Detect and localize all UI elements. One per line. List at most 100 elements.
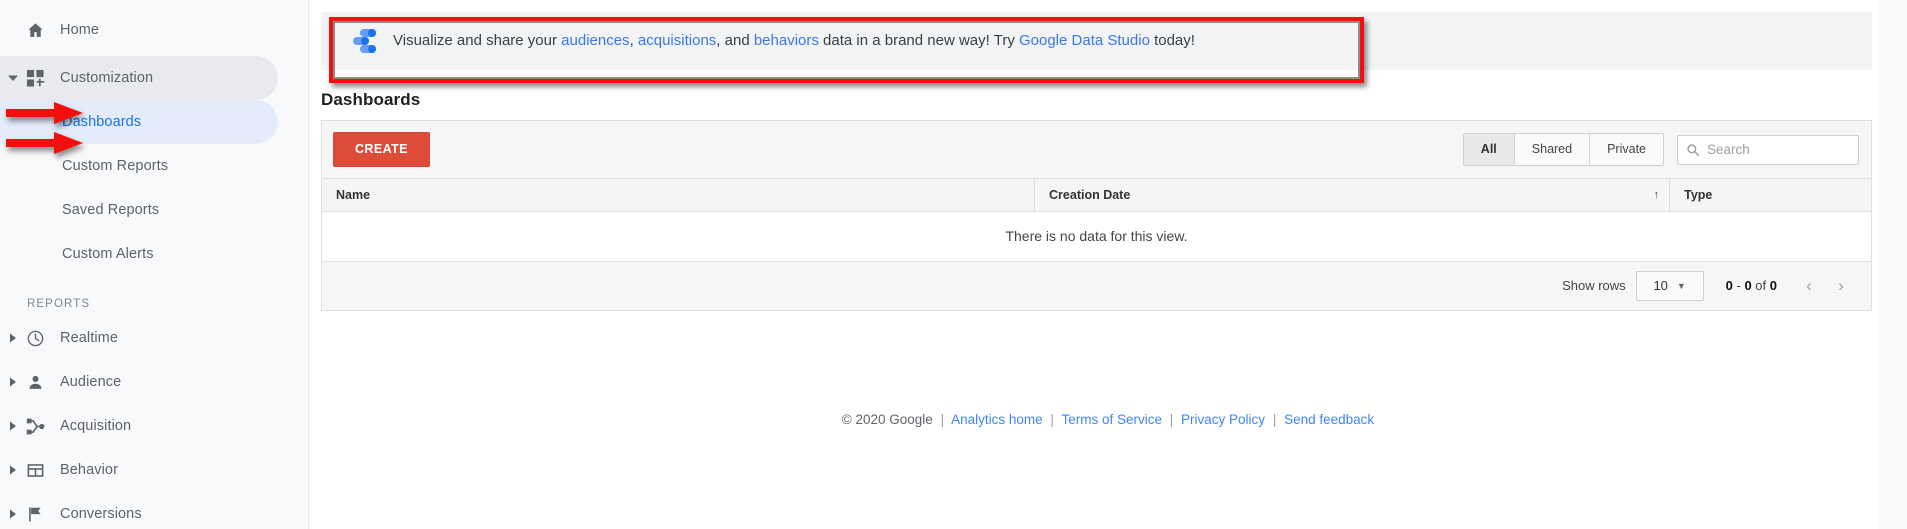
toolbar-right-group: All Shared Private <box>1462 132 1859 167</box>
dashboards-table: Name Creation Date ↑ Type There is no da… <box>322 179 1871 262</box>
home-icon <box>26 21 60 40</box>
dashboards-panel: CREATE All Shared Private Search Name Cr… <box>321 120 1872 311</box>
search-input[interactable] <box>1707 142 1850 157</box>
next-page-button[interactable]: › <box>1825 276 1857 296</box>
link-acquisitions[interactable]: acquisitions <box>638 32 716 49</box>
sidebar: Home Customization Dashboards Custom Rep <box>0 0 308 529</box>
pagination-range: 0 - 0 of 0 <box>1726 278 1777 293</box>
sidebar-item-behavior[interactable]: Behavior <box>0 448 278 492</box>
chevron-right-icon[interactable] <box>0 509 26 519</box>
show-rows-label: Show rows <box>1562 278 1626 293</box>
table-empty-row: There is no data for this view. <box>322 211 1871 262</box>
pagination-bar: Show rows 10 ▼ 0 - 0 of 0 ‹ › <box>322 261 1871 310</box>
data-studio-banner-wrapper: Visualize and share your audiences, acqu… <box>321 12 1872 83</box>
sidebar-item-dashboards[interactable]: Dashboards <box>0 100 278 144</box>
footer-separator: | <box>1272 412 1277 427</box>
create-button[interactable]: CREATE <box>333 132 430 167</box>
search-icon <box>1687 143 1700 156</box>
sort-ascending-icon: ↑ <box>1653 188 1660 201</box>
table-head: Name Creation Date ↑ Type <box>322 179 1871 212</box>
banner-text-3: today! <box>1149 32 1195 49</box>
footer-separator: | <box>1050 412 1054 427</box>
sidebar-item-conversions[interactable]: Conversions <box>0 492 278 529</box>
column-header-name[interactable]: Name <box>322 179 1036 212</box>
range-of: of <box>1751 278 1770 293</box>
sidebar-item-label-customization: Customization <box>60 70 154 86</box>
column-header-creation-date[interactable]: Creation Date ↑ <box>1034 179 1671 212</box>
table-header-row: Name Creation Date ↑ Type <box>322 179 1871 212</box>
column-header-type-label: Type <box>1684 187 1713 202</box>
sidebar-item-label-saved-reports: Saved Reports <box>62 202 160 218</box>
google-data-studio-icon <box>349 26 379 56</box>
sidebar-item-realtime[interactable]: Realtime <box>0 316 278 360</box>
acquisition-icon <box>26 417 60 436</box>
footer-copyright: © 2020 Google <box>841 412 933 427</box>
footer-separator: | <box>1169 412 1174 427</box>
footer-separator: | <box>940 412 945 427</box>
sidebar-item-label-conversions: Conversions <box>60 506 142 522</box>
chevron-right-icon[interactable] <box>0 333 26 343</box>
clock-icon <box>26 329 60 348</box>
range-dash: - <box>1732 278 1745 293</box>
sidebar-item-label-custom-alerts: Custom Alerts <box>62 246 154 262</box>
sidebar-item-label-dashboards: Dashboards <box>62 114 142 130</box>
sidebar-item-label-behavior: Behavior <box>60 462 119 478</box>
filter-shared-button[interactable]: Shared <box>1514 133 1591 166</box>
sidebar-item-label-acquisition: Acquisition <box>60 418 132 434</box>
banner-sep-1: , <box>629 32 638 49</box>
link-google-data-studio[interactable]: Google Data Studio <box>1019 32 1150 49</box>
footer: © 2020 Google | Analytics home | Terms o… <box>309 412 1907 427</box>
page-title: Dashboards <box>321 90 421 109</box>
chevron-down-icon[interactable] <box>0 73 26 83</box>
data-studio-banner[interactable]: Visualize and share your audiences, acqu… <box>321 12 1872 70</box>
person-icon <box>26 373 60 392</box>
range-total: 0 <box>1769 278 1777 293</box>
previous-page-button[interactable]: ‹ <box>1793 276 1825 296</box>
filter-all-button[interactable]: All <box>1463 133 1515 166</box>
sidebar-item-custom-alerts[interactable]: Custom Alerts <box>0 232 278 276</box>
chevron-right-icon[interactable] <box>0 465 26 475</box>
banner-text-1: Visualize and share your <box>393 32 562 49</box>
chevron-right-icon[interactable] <box>0 421 26 431</box>
empty-state-message: There is no data for this view. <box>322 211 1871 262</box>
sidebar-section-reports: REPORTS <box>27 298 91 310</box>
footer-link-analytics-home[interactable]: Analytics home <box>951 412 1043 427</box>
behavior-icon <box>26 461 60 480</box>
footer-link-terms-of-service[interactable]: Terms of Service <box>1061 412 1162 427</box>
filter-private-button[interactable]: Private <box>1590 133 1663 166</box>
rows-per-page-value: 10 <box>1653 278 1668 293</box>
sidebar-item-acquisition[interactable]: Acquisition <box>0 404 278 448</box>
customization-icon <box>26 69 60 88</box>
banner-sep-2: , and <box>716 32 754 49</box>
banner-text-2: data in a brand new way! Try <box>818 32 1019 49</box>
sidebar-item-customization[interactable]: Customization <box>0 56 278 100</box>
banner-message: Visualize and share your audiences, acqu… <box>393 32 1195 50</box>
sidebar-item-home[interactable]: Home <box>0 8 278 52</box>
chevron-down-icon: ▼ <box>1676 280 1686 291</box>
column-header-type[interactable]: Type <box>1669 179 1871 212</box>
sidebar-item-custom-reports[interactable]: Custom Reports <box>0 144 278 188</box>
range-start: 0 <box>1725 278 1733 293</box>
link-behaviors[interactable]: behaviors <box>754 32 819 49</box>
visibility-filter-group: All Shared Private <box>1462 132 1664 167</box>
sidebar-item-label-realtime: Realtime <box>60 330 119 346</box>
chevron-right-icon[interactable] <box>0 377 26 387</box>
rows-per-page-select[interactable]: 10 ▼ <box>1635 270 1704 301</box>
link-audiences[interactable]: audiences <box>561 32 629 49</box>
panel-toolbar: CREATE All Shared Private <box>322 121 1871 179</box>
sidebar-item-label-home: Home <box>60 22 100 38</box>
range-end: 0 <box>1744 278 1752 293</box>
main-content: Visualize and share your audiences, acqu… <box>308 0 1907 529</box>
sidebar-item-audience[interactable]: Audience <box>0 360 278 404</box>
analytics-page: Home Customization Dashboards Custom Rep <box>0 0 1907 529</box>
footer-link-send-feedback[interactable]: Send feedback <box>1284 412 1374 427</box>
column-header-name-label: Name <box>336 187 371 202</box>
column-header-creation-date-label: Creation Date <box>1049 187 1131 202</box>
flag-icon <box>26 505 60 524</box>
table-body: There is no data for this view. <box>322 211 1871 262</box>
search-box[interactable] <box>1677 134 1859 165</box>
sidebar-item-label-custom-reports: Custom Reports <box>62 158 169 174</box>
footer-link-privacy-policy[interactable]: Privacy Policy <box>1181 412 1265 427</box>
sidebar-item-saved-reports[interactable]: Saved Reports <box>0 188 278 232</box>
sidebar-item-label-audience: Audience <box>60 374 122 390</box>
